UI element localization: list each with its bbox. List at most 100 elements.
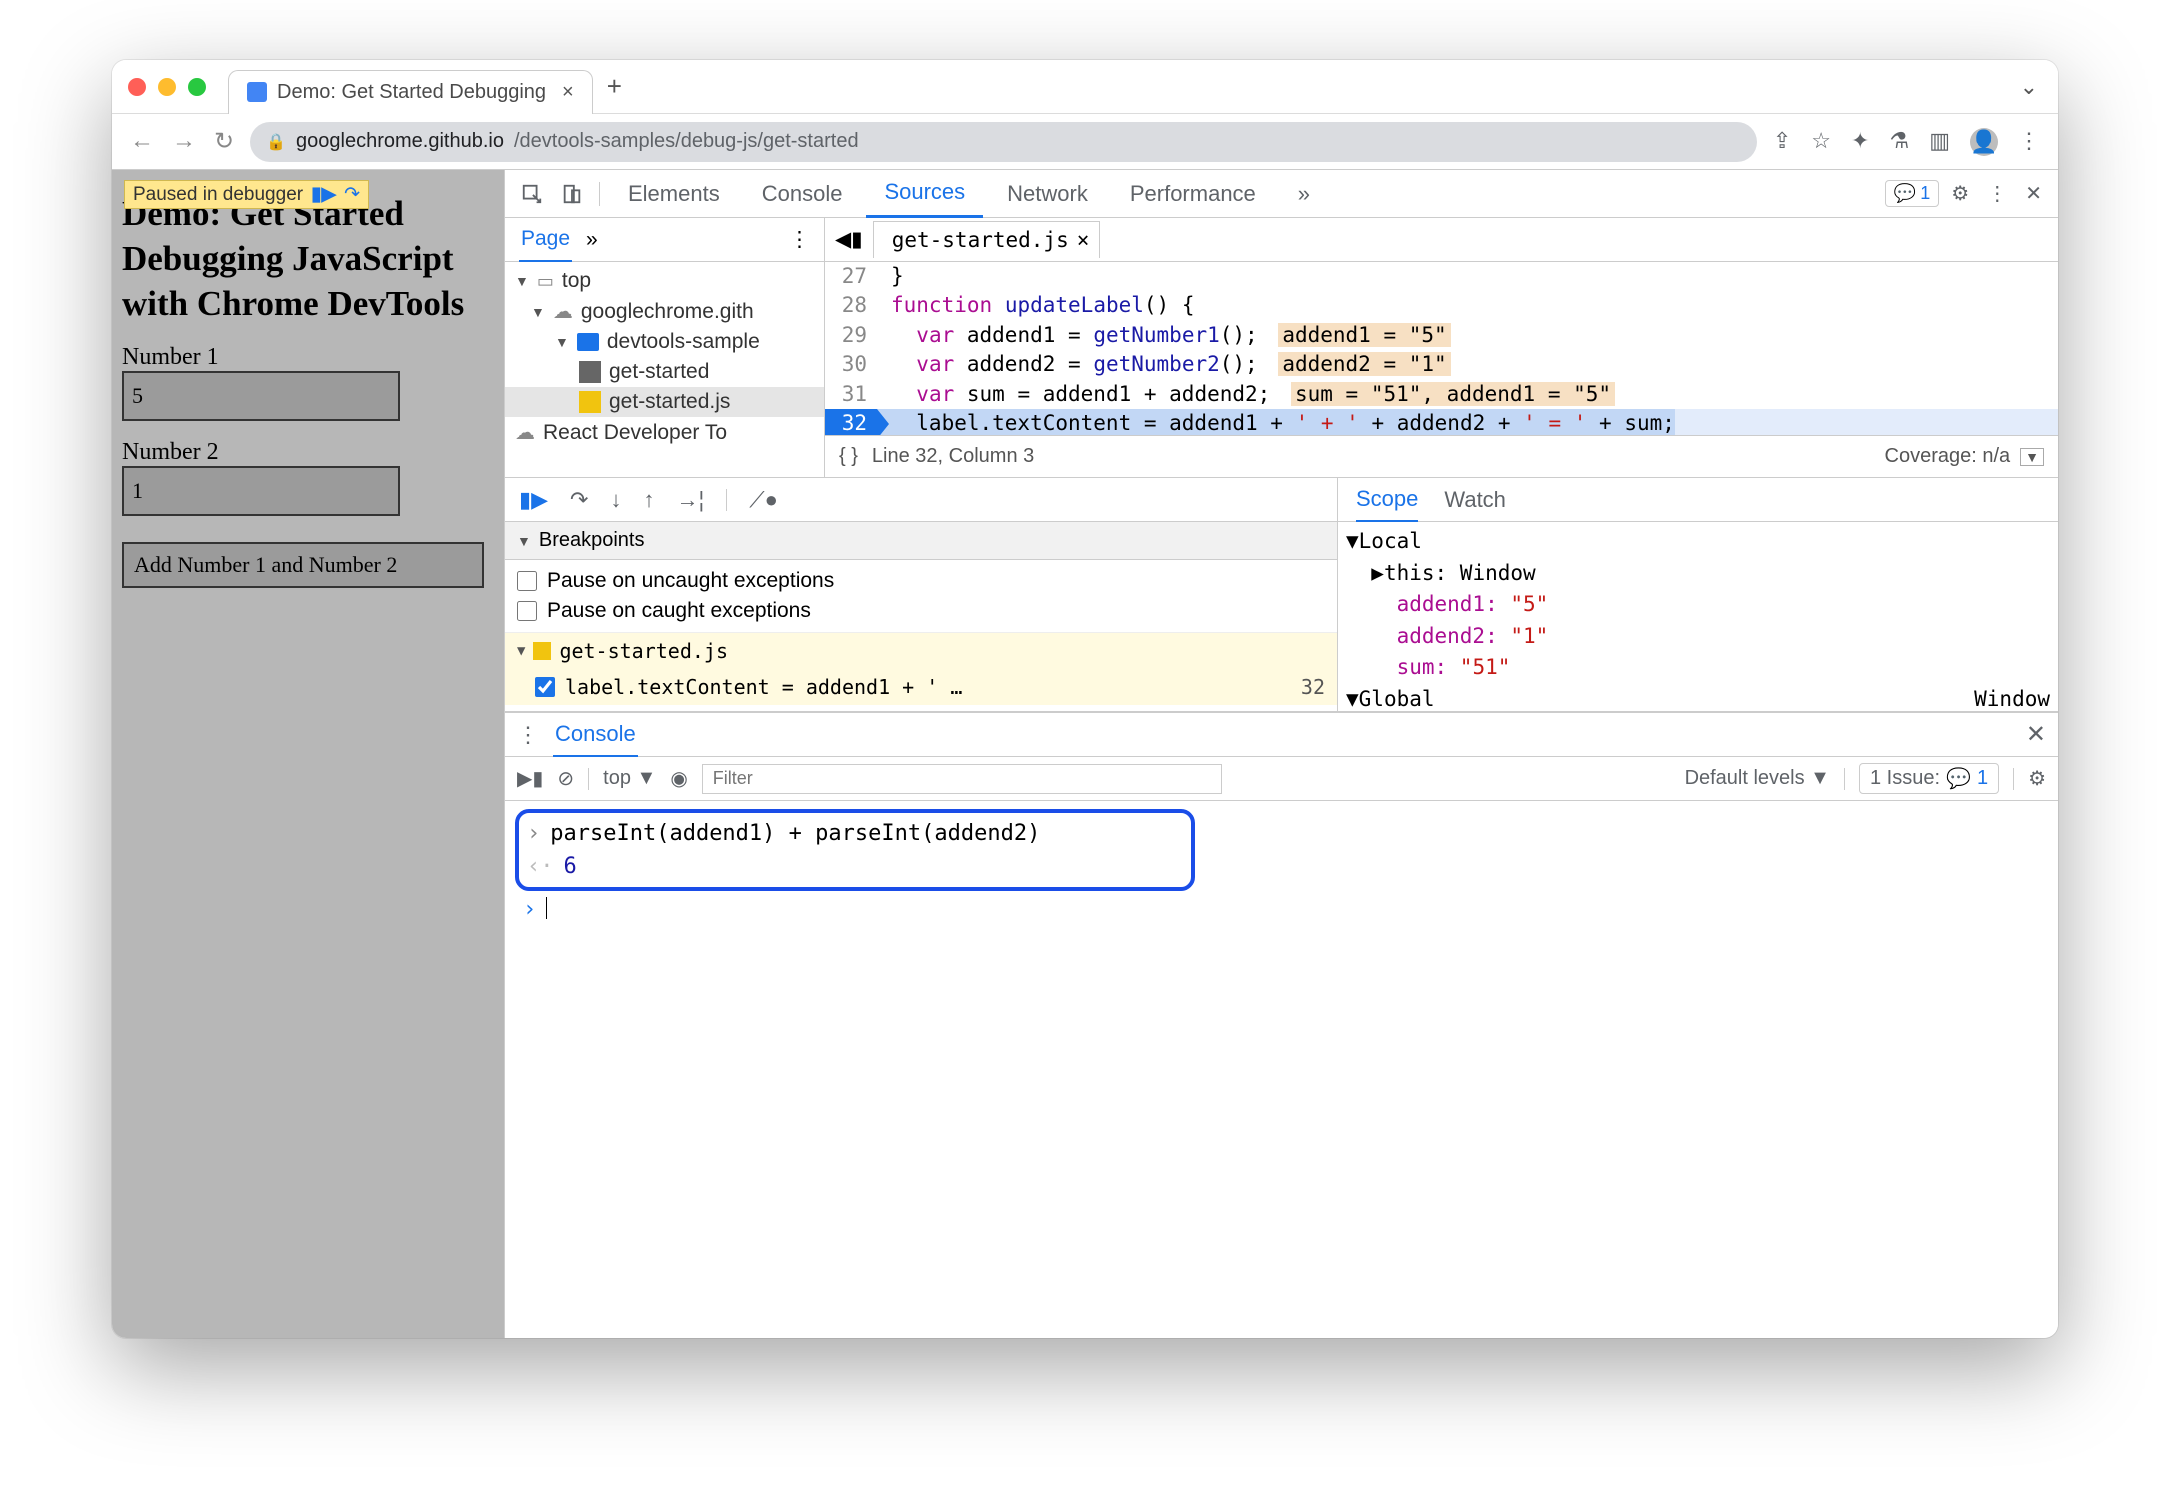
prompt-in-icon: › — [527, 817, 540, 850]
drawer-tab-console[interactable]: Console — [553, 713, 638, 757]
step-into-icon[interactable]: ↓ — [610, 487, 621, 513]
tab-console[interactable]: Console — [744, 171, 861, 217]
code-line[interactable]: 29 var addend1 = getNumber1(); addend1 =… — [825, 321, 2058, 350]
tree-host[interactable]: ▼googlechrome.gith — [505, 296, 824, 327]
breakpoint-options: Pause on uncaught exceptions Pause on ca… — [505, 560, 1337, 632]
tree-file-js[interactable]: get-started.js — [505, 387, 824, 417]
file-tree: ▼top ▼googlechrome.gith ▼devtools-sample… — [505, 262, 824, 452]
url-bar[interactable]: 🔒 googlechrome.github.io/devtools-sample… — [250, 122, 1757, 162]
toggle-navigator-icon[interactable]: ◀▮ — [835, 227, 863, 252]
num2-input[interactable] — [122, 466, 400, 516]
extensions-icon[interactable]: ✦ — [1851, 128, 1869, 156]
live-expression-icon[interactable]: ◉ — [670, 766, 687, 791]
scope-this[interactable]: ▶this: Window — [1346, 558, 2050, 590]
device-toolbar-icon[interactable] — [555, 182, 589, 205]
code-line[interactable]: 28function updateLabel() { — [825, 291, 2058, 320]
code-line[interactable]: 31 var sum = addend1 + addend2; sum = "5… — [825, 380, 2058, 409]
console-filter-input[interactable] — [702, 764, 1222, 794]
console-settings-icon[interactable]: ⚙ — [2028, 766, 2046, 791]
line-number[interactable]: 31 — [825, 380, 877, 409]
tab-scope[interactable]: Scope — [1356, 478, 1418, 522]
tree-folder[interactable]: ▼devtools-sample — [505, 327, 824, 357]
bookmark-icon[interactable]: ☆ — [1811, 128, 1831, 156]
pause-uncaught-checkbox[interactable]: Pause on uncaught exceptions — [517, 566, 1325, 596]
drawer-menu-icon[interactable]: ⋮ — [517, 722, 539, 748]
close-tab-icon[interactable]: × — [562, 81, 574, 104]
line-number[interactable]: 29 — [825, 321, 877, 350]
pretty-print-icon[interactable]: { } — [839, 445, 858, 468]
line-number[interactable]: 32 — [825, 409, 877, 435]
code-line[interactable]: 32 label.textContent = addend1 + ' + ' +… — [825, 409, 2058, 435]
console-prompt[interactable]: › — [515, 891, 2048, 922]
add-button[interactable]: Add Number 1 and Number 2 — [122, 542, 484, 588]
step-out-icon[interactable]: ↑ — [643, 487, 654, 513]
browser-tab[interactable]: Demo: Get Started Debugging × — [228, 70, 593, 114]
resume-icon[interactable]: ▮▶ — [519, 487, 548, 513]
issues-chip[interactable]: 💬 1 — [1885, 180, 1939, 207]
code-line[interactable]: 30 var addend2 = getNumber2(); addend2 =… — [825, 350, 2058, 379]
chrome-menu-icon[interactable]: ⋮ — [2018, 128, 2040, 156]
line-number[interactable]: 30 — [825, 350, 877, 379]
tabs-overflow-icon[interactable]: » — [1280, 171, 1328, 217]
console-issues-chip[interactable]: 1 Issue: 💬 1 — [1859, 763, 1999, 794]
line-number[interactable]: 28 — [825, 291, 877, 320]
reload-button[interactable]: ↻ — [214, 127, 234, 156]
overlay-step-icon[interactable]: ↷ — [344, 183, 360, 206]
breakpoint-checkbox[interactable] — [535, 677, 555, 697]
log-levels-selector[interactable]: Default levels ▼ — [1685, 767, 1830, 790]
breakpoint-file[interactable]: ▼ get-started.js — [505, 632, 1337, 669]
line-number[interactable]: 27 — [825, 262, 877, 291]
editor-tab[interactable]: get-started.js × — [873, 221, 1101, 258]
close-drawer-icon[interactable]: ✕ — [2026, 720, 2046, 749]
code-line[interactable]: 27} — [825, 262, 2058, 291]
content-area: Paused in debugger ▮▶ ↷ Demo: Get Starte… — [112, 170, 2058, 1338]
tab-elements[interactable]: Elements — [610, 171, 738, 217]
close-file-icon[interactable]: × — [1077, 228, 1090, 252]
back-button[interactable]: ← — [130, 127, 154, 156]
tab-network[interactable]: Network — [989, 171, 1106, 217]
step-over-icon[interactable]: ↷ — [570, 487, 588, 513]
tree-file-html[interactable]: get-started — [505, 357, 824, 387]
breakpoints-header[interactable]: ▼Breakpoints — [505, 522, 1337, 560]
overlay-resume-icon[interactable]: ▮▶ — [311, 183, 336, 206]
minimize-window-button[interactable] — [158, 78, 176, 96]
scope-local-header[interactable]: ▼Local — [1346, 526, 2050, 558]
tree-extension[interactable]: React Developer To — [505, 417, 824, 448]
maximize-window-button[interactable] — [188, 78, 206, 96]
inspect-element-icon[interactable] — [515, 182, 549, 205]
profile-avatar[interactable]: 👤 — [1970, 128, 1998, 156]
tab-watch[interactable]: Watch — [1444, 487, 1506, 513]
deactivate-breakpoints-icon[interactable]: ⟋● — [749, 487, 778, 513]
close-devtools-icon[interactable]: ✕ — [2019, 181, 2048, 206]
share-icon[interactable]: ⇪ — [1773, 128, 1791, 156]
cloud-icon — [553, 299, 573, 324]
navigator-menu-icon[interactable]: ⋮ — [789, 227, 810, 252]
navigator-tab-page[interactable]: Page — [519, 218, 572, 262]
console-body[interactable]: › parseInt(addend1) + parseInt(addend2) … — [505, 801, 2058, 1338]
forward-button[interactable]: → — [172, 127, 196, 156]
settings-icon[interactable]: ⚙ — [1945, 181, 1975, 206]
breakpoint-entry[interactable]: label.textContent = addend1 + ' … 32 — [505, 669, 1337, 705]
code-body[interactable]: 27}28function updateLabel() {29 var adde… — [825, 262, 2058, 435]
tab-sources[interactable]: Sources — [866, 170, 983, 218]
sidepanel-icon[interactable]: ▥ — [1929, 128, 1950, 156]
scope-global-header[interactable]: ▼GlobalWindow — [1346, 684, 2050, 716]
cursor-position: Line 32, Column 3 — [872, 445, 1034, 468]
clear-console-icon[interactable]: ⊘ — [557, 766, 574, 791]
scope-sum: sum: "51" — [1346, 652, 2050, 684]
console-sidebar-icon[interactable]: ▶▮ — [517, 766, 543, 791]
close-window-button[interactable] — [128, 78, 146, 96]
coverage-dropdown-icon[interactable]: ▼ — [2020, 448, 2044, 466]
pause-caught-checkbox[interactable]: Pause on caught exceptions — [517, 596, 1325, 626]
js-file-icon — [579, 391, 601, 413]
labs-icon[interactable]: ⚗ — [1889, 128, 1909, 156]
navigator-tabs-overflow-icon[interactable]: » — [586, 228, 598, 252]
devtools-menu-icon[interactable]: ⋮ — [1981, 181, 2013, 206]
context-selector[interactable]: top ▼ — [603, 767, 656, 790]
tabs-menu-icon[interactable]: ⌄ — [2020, 74, 2038, 100]
step-icon[interactable]: →¦ — [676, 487, 704, 513]
tree-top[interactable]: ▼top — [505, 266, 824, 296]
tab-performance[interactable]: Performance — [1112, 171, 1274, 217]
num1-input[interactable] — [122, 371, 400, 421]
new-tab-button[interactable]: + — [607, 71, 622, 102]
